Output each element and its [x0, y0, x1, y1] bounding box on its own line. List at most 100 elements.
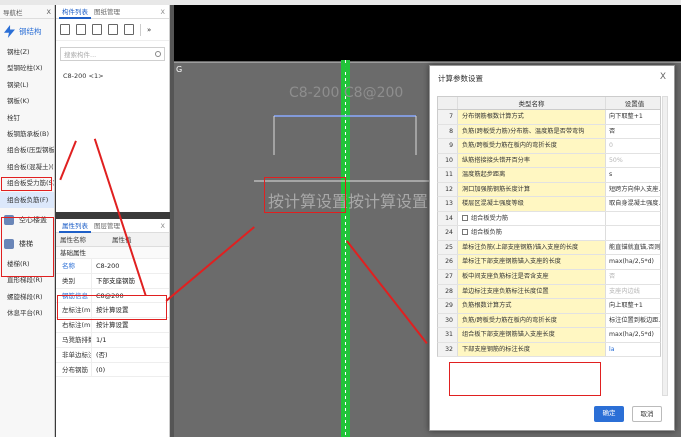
settings-row[interactable]: 9 负筋/跨板受力筋在板内的弯折长度 0: [437, 139, 661, 154]
property-value[interactable]: (否): [92, 348, 169, 362]
settings-row[interactable]: 8 负筋(跨板受力筋)分布筋、温度筋是否带弯钩否: [437, 124, 661, 140]
nav-group-hollow-floor[interactable]: 空心楼盖: [0, 208, 54, 232]
row-value[interactable]: 否: [606, 125, 660, 139]
settings-row-selected[interactable]: 32 下部支座钢筋的标注长度 la: [437, 342, 661, 358]
property-row[interactable]: 马凳筋排数 1/1: [56, 332, 169, 348]
property-group-basic[interactable]: 基础属性: [56, 247, 169, 259]
nav-item[interactable]: 组合板(压型钢板): [0, 142, 54, 158]
nav-item[interactable]: 组合板(混凝土)(B): [0, 159, 54, 175]
settings-row[interactable]: 30 负筋/跨板受力筋在板内的弯折长度 标注位置到板边距...: [437, 313, 661, 329]
dialog-scrollbar[interactable]: [662, 96, 668, 396]
property-value[interactable]: 下部支座钢筋: [92, 274, 169, 288]
property-row[interactable]: 左标注(mm)按计算设置: [56, 303, 169, 319]
delete-icon[interactable]: [92, 24, 102, 35]
settings-row[interactable]: 11 温度筋起步距离 s: [437, 168, 661, 183]
property-value[interactable]: C8-200: [92, 259, 169, 273]
property-row[interactable]: 类别 下部支座钢筋: [56, 273, 169, 289]
lightning-icon: [4, 25, 15, 38]
property-row[interactable]: 非单边标注...(否): [56, 347, 169, 363]
search-icon[interactable]: [155, 51, 161, 57]
row-value[interactable]: 标注位置到板边距...: [606, 314, 660, 328]
cancel-button[interactable]: 取消: [632, 406, 662, 422]
nav-item-active[interactable]: 组合板负筋(F): [0, 191, 54, 208]
row-name: 单标注负筋(上部支座钢筋)锚入支座的长度: [458, 240, 606, 255]
row-value[interactable]: 0: [606, 139, 660, 153]
property-value[interactable]: 按计算设置: [92, 303, 169, 317]
row-value[interactable]: 支座内边线: [606, 285, 660, 299]
collapse-icon[interactable]: [462, 229, 468, 236]
nav-item[interactable]: 板钢筋承板(B): [0, 126, 54, 142]
dialog-close-icon[interactable]: X: [660, 72, 666, 82]
settings-row[interactable]: 25单标注负筋(上部支座钢筋)锚入支座的长度能直锚就直锚,否则...: [437, 240, 661, 256]
settings-row[interactable]: 29 负筋根数计算方式 向上取整+1: [437, 299, 661, 314]
nav-item[interactable]: 直形梯段(R): [0, 272, 54, 288]
nav-item[interactable]: 钢柱(Z): [0, 44, 54, 60]
property-value[interactable]: C8@200: [92, 289, 169, 303]
row-number: 8: [438, 124, 458, 139]
property-row[interactable]: 钢筋信息 C8@200: [56, 288, 169, 304]
row-value[interactable]: 向下取整+1: [606, 110, 660, 124]
rebar-label: C8-200 C8@200: [289, 85, 403, 101]
nav-item[interactable]: 休息平台(R): [0, 305, 54, 321]
tab-layer-management[interactable]: 图层管理: [91, 219, 123, 233]
ok-button[interactable]: 确定: [594, 406, 624, 422]
component-toolbar: »: [56, 19, 169, 41]
tab-drawing-management[interactable]: 图纸管理: [91, 5, 123, 19]
property-value[interactable]: 按计算设置: [92, 318, 169, 332]
nav-item[interactable]: 钢板(K): [0, 93, 54, 109]
settings-group-row[interactable]: 14 组合板受力筋: [437, 211, 661, 227]
row-value[interactable]: 短跨方向伸入支座...: [606, 183, 660, 197]
tab-properties[interactable]: 属性列表: [59, 219, 91, 233]
settings-row[interactable]: 26 单标注下部支座钢筋锚入支座的长度 max(ha/2,5*d): [437, 255, 661, 271]
nav-item[interactable]: 组合板受力筋(S): [0, 175, 54, 191]
nav-item[interactable]: 钢梁(L): [0, 77, 54, 93]
settings-row[interactable]: 12 洞口加强筋钢筋长度计算 短跨方向伸入支座...: [437, 182, 661, 198]
close-icon[interactable]: X: [161, 222, 165, 230]
property-value[interactable]: 1/1: [92, 333, 169, 347]
expand-icon[interactable]: [462, 214, 468, 221]
search-input[interactable]: 搜索构件...: [60, 47, 165, 61]
row-number: 30: [438, 313, 458, 328]
toolbar-divider: [140, 23, 141, 36]
hollow-floor-icon: [4, 214, 14, 225]
layer-copy-icon[interactable]: [108, 24, 118, 35]
property-row[interactable]: 名称 C8-200: [56, 259, 169, 274]
grid-header: 类型名称 设置值: [437, 96, 661, 110]
row-value[interactable]: s: [606, 168, 660, 182]
nav-section-steel[interactable]: 钢结构: [0, 19, 54, 44]
settings-row[interactable]: 7 分布钢筋根数计算方式 向下取整+1: [437, 110, 661, 125]
more-icon[interactable]: »: [147, 26, 151, 34]
settings-row[interactable]: 13 楼层区混凝土强度等级 取自身混凝土强度...: [437, 197, 661, 212]
copy-icon[interactable]: [76, 24, 86, 35]
nav-item[interactable]: 楼梯(R): [0, 256, 54, 272]
row-value[interactable]: max(ha/2,5*d): [606, 328, 660, 342]
settings-row[interactable]: 10 纵筋搭接接头错开百分率 50%: [437, 153, 661, 169]
nav-item[interactable]: 栓钉: [0, 110, 54, 126]
property-name: 非单边标注...: [56, 347, 92, 362]
settings-row[interactable]: 31 组合板下部支座钢筋锚入支座长度 max(ha/2,5*d): [437, 328, 661, 343]
row-value[interactable]: 能直锚就直锚,否则...: [606, 241, 660, 255]
properties-panel: 属性列表 图层管理 X 属性名称 属性值 基础属性 名称 C8-200 类别 下部支…: [56, 219, 170, 437]
row-number: 12: [438, 182, 458, 197]
close-icon[interactable]: X: [161, 8, 165, 16]
property-value[interactable]: (0): [92, 363, 169, 377]
row-value[interactable]: la: [606, 343, 660, 357]
row-value[interactable]: 50%: [606, 154, 660, 168]
property-row[interactable]: 右标注(mm)按计算设置: [56, 318, 169, 333]
settings-group-row[interactable]: 24 组合板负筋: [437, 226, 661, 241]
row-value[interactable]: max(ha/2,5*d): [606, 255, 660, 269]
property-row[interactable]: 分布钢筋 (0): [56, 362, 169, 378]
filter-icon[interactable]: [124, 24, 134, 35]
tab-component-list[interactable]: 构件列表: [59, 5, 91, 19]
nav-item[interactable]: 型钢砼柱(X): [0, 60, 54, 76]
row-value[interactable]: 向上取整+1: [606, 299, 660, 313]
settings-row[interactable]: 27 板中间支座负筋标注是否含支座否: [437, 270, 661, 285]
nav-item[interactable]: 螺旋梯段(R): [0, 289, 54, 305]
row-value[interactable]: 取自身混凝土强度...: [606, 197, 660, 211]
navigator-close-icon[interactable]: X: [47, 8, 51, 16]
new-icon[interactable]: [60, 24, 70, 35]
component-list-item[interactable]: C8-200 <1>: [61, 71, 106, 81]
row-value[interactable]: 否: [606, 270, 660, 284]
nav-group-stairs[interactable]: 楼梯: [0, 232, 54, 256]
settings-row[interactable]: 28 单边标注支座负筋标注长度位置 支座内边线: [437, 284, 661, 300]
